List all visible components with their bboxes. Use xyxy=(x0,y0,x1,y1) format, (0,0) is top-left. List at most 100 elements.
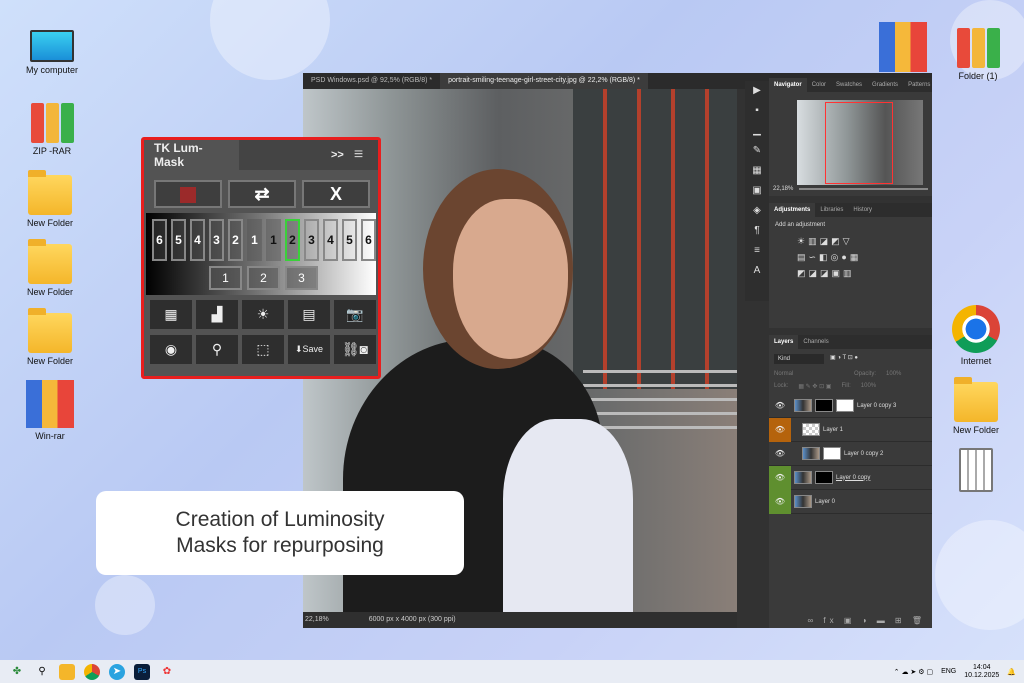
eye-icon[interactable]: 👁 xyxy=(769,442,791,466)
desktop-icon-internet[interactable]: Internet xyxy=(941,305,1011,366)
eye-icon[interactable]: 👁 xyxy=(769,417,791,442)
dark-6[interactable]: 1 xyxy=(247,219,262,261)
light-1[interactable]: 1 xyxy=(266,219,281,261)
desktop-icon-recycle-bin[interactable] xyxy=(941,448,1011,495)
navigator-zoom[interactable]: 22,18% xyxy=(773,186,793,192)
desktop-icon-new-folder-right[interactable]: New Folder xyxy=(941,377,1011,435)
desktop-icon-zip-rar[interactable]: ZIP -RAR xyxy=(17,103,87,156)
light-3[interactable]: 3 xyxy=(304,219,319,261)
fill-input[interactable]: 100% xyxy=(861,383,876,390)
layers-footer-icons[interactable]: ∞ fx ▣ ◑ ▬ ⊞ 🗑 xyxy=(807,616,926,625)
light-2-selected[interactable]: 2 xyxy=(285,219,300,261)
desktop-icon-new-folder-1[interactable]: New Folder xyxy=(15,170,85,228)
app-icon[interactable]: ✿ xyxy=(159,664,175,680)
opacity-input[interactable]: 100% xyxy=(886,371,901,377)
properties-icon[interactable]: ▣ xyxy=(745,181,769,201)
tab-channels[interactable]: Channels xyxy=(798,335,833,349)
eye-icon[interactable]: 👁 xyxy=(769,489,791,514)
tab-navigator[interactable]: Navigator xyxy=(769,78,807,92)
notification-icon[interactable]: 🔔 xyxy=(1007,668,1016,676)
layer-filter-select[interactable]: Kind xyxy=(774,354,824,364)
icon-label: Win-rar xyxy=(35,431,65,441)
dark-5[interactable]: 2 xyxy=(228,219,243,261)
tray-icons[interactable]: ⌃ ☁ ➤ ⚙ ▢ xyxy=(894,668,933,676)
tab-patterns[interactable]: Patterns xyxy=(903,78,935,92)
telegram-icon[interactable]: ➤ xyxy=(109,663,125,680)
desktop-icon-new-folder-3[interactable]: New Folder xyxy=(15,308,85,366)
clock[interactable]: 14:04 10.12.2025 xyxy=(964,664,999,680)
layer-row[interactable]: 👁 Layer 0 copy 3 xyxy=(769,394,932,418)
selection-icon[interactable]: ⬚ xyxy=(242,335,284,364)
navigator-thumbnail[interactable] xyxy=(797,100,923,185)
photoshop-taskbar-icon[interactable]: Ps xyxy=(134,663,150,680)
layer-row[interactable]: 👁 Layer 0 copy 2 xyxy=(769,442,932,466)
tab-portrait[interactable]: portrait-smiling-teenage-girl-street-cit… xyxy=(440,73,648,89)
curves-icon[interactable]: ▦ xyxy=(150,300,192,329)
panel-toolbar: ▶ ▪ ▁ ✎ ▦ ▣ ◈ ¶ ≡ A xyxy=(745,81,769,301)
camera-raw-icon[interactable]: 📷 xyxy=(334,300,376,329)
dark-4[interactable]: 3 xyxy=(209,219,224,261)
character-icon[interactable]: A xyxy=(745,261,769,281)
eye-icon[interactable]: 👁 xyxy=(769,394,791,418)
explorer-icon[interactable] xyxy=(59,663,75,680)
save-button[interactable]: ⬇Save xyxy=(288,335,330,364)
levels-icon[interactable]: ▟ xyxy=(196,300,238,329)
tab-history[interactable]: History xyxy=(848,203,877,217)
paragraph-icon[interactable]: ¶ xyxy=(745,221,769,241)
eye-icon[interactable]: 👁 xyxy=(769,465,791,490)
layer-mask xyxy=(815,471,833,484)
tab-color[interactable]: Color xyxy=(807,78,831,92)
sample-icon[interactable]: ⚲ xyxy=(196,335,238,364)
desktop-icon-new-folder-2[interactable]: New Folder xyxy=(15,239,85,297)
filter-icons[interactable]: ▣ ◑ T ⊡ ● xyxy=(830,354,858,364)
dark-2[interactable]: 5 xyxy=(171,219,186,261)
tab-adjustments[interactable]: Adjustments xyxy=(769,203,816,217)
light-5[interactable]: 5 xyxy=(342,219,357,261)
swatch-icon[interactable]: ▦ xyxy=(745,161,769,181)
gradient-map-icon[interactable]: ▤ xyxy=(288,300,330,329)
tab-psd-windows[interactable]: PSD Windows.psd @ 92,5% (RGB/8) * xyxy=(303,73,440,89)
zoom-slider[interactable] xyxy=(799,188,928,190)
tab-libraries[interactable]: Libraries xyxy=(815,203,848,217)
view-rectangle[interactable] xyxy=(825,102,893,184)
brightness-icon[interactable]: ☀ xyxy=(242,300,284,329)
adjust-icon[interactable]: ≡ xyxy=(745,241,769,261)
comment-icon[interactable]: ▪ xyxy=(745,101,769,121)
layer-row[interactable]: 👁 Layer 0 copy xyxy=(769,465,932,490)
dark-1[interactable]: 6 xyxy=(152,219,167,261)
dark-3[interactable]: 4 xyxy=(190,219,205,261)
light-6[interactable]: 6 xyxy=(361,219,376,261)
start-icon[interactable]: ✤ xyxy=(9,664,25,680)
desktop-icon-folder-1[interactable]: Folder (1) xyxy=(943,28,1013,81)
layer-row[interactable]: 👁 Layer 1 xyxy=(769,417,932,442)
adjustment-icons[interactable]: ☀▥◪◩▽ ▤∽◧◎●▦ ◩◪◪▣▥ xyxy=(769,233,932,281)
menu-icon[interactable]: ≡ xyxy=(354,146,363,164)
layer-row[interactable]: 👁 Layer 0 xyxy=(769,489,932,514)
3d-icon[interactable]: ◈ xyxy=(745,201,769,221)
language-indicator[interactable]: ENG xyxy=(941,668,956,675)
blend-mode-select[interactable]: Normal xyxy=(774,371,844,377)
swap-button[interactable]: ⇄ xyxy=(228,180,296,208)
desktop-icon-win-rar[interactable]: Win-rar xyxy=(15,380,85,441)
histogram-icon[interactable]: ▁ xyxy=(745,121,769,141)
tab-layers[interactable]: Layers xyxy=(769,335,799,349)
midtone-3[interactable]: 3 xyxy=(285,266,318,290)
eye-mask-icon[interactable]: ◉ xyxy=(150,335,192,364)
lock-icons[interactable]: ▦ ✎ ✥ ⊡ ▣ xyxy=(798,383,831,390)
expand-button[interactable]: >> xyxy=(331,149,344,161)
tab-gradients[interactable]: Gradients xyxy=(867,78,903,92)
stop-button[interactable] xyxy=(154,180,222,208)
midtone-2[interactable]: 2 xyxy=(247,266,280,290)
search-icon[interactable]: ⚲ xyxy=(34,664,50,680)
light-4[interactable]: 4 xyxy=(323,219,338,261)
desktop-binders-top[interactable] xyxy=(868,22,938,75)
status-zoom[interactable]: 22,18% xyxy=(305,616,329,624)
play-icon[interactable]: ▶ xyxy=(745,81,769,101)
midtone-1[interactable]: 1 xyxy=(209,266,242,290)
mask-link-icon[interactable]: ⛓◙ xyxy=(334,335,376,364)
chrome-icon[interactable] xyxy=(84,663,100,680)
desktop-icon-my-computer[interactable]: My computer xyxy=(17,30,87,75)
brush-icon[interactable]: ✎ xyxy=(745,141,769,161)
tab-swatches[interactable]: Swatches xyxy=(831,78,867,92)
close-button[interactable]: X xyxy=(302,180,370,208)
